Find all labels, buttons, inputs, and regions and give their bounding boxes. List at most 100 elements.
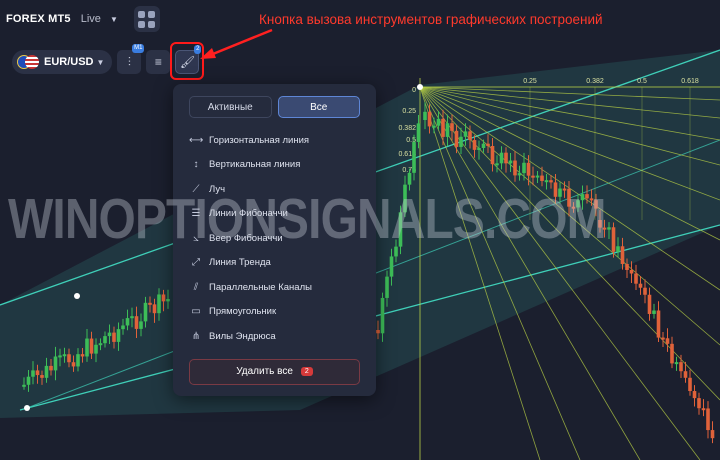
candle-body (427, 111, 432, 127)
fib-level-label: 0.382 (398, 125, 416, 132)
candle-body (665, 338, 670, 344)
candle-body (31, 370, 35, 377)
candle-body (692, 391, 697, 399)
candle-body (620, 246, 625, 264)
candle-body (629, 269, 634, 274)
drawing-tools-panel: Активные Все ⟷ Горизонтальная линия ↕ Верти… (173, 84, 376, 396)
candle-body (44, 365, 49, 378)
tab-active[interactable]: Активные (189, 96, 272, 118)
candle-body (679, 362, 683, 372)
candle-body (656, 310, 661, 338)
chart-type-icon: ⫶ (127, 54, 131, 69)
candle-body (647, 294, 652, 314)
candle-body (380, 297, 385, 334)
candle-body (412, 142, 416, 173)
vertical-line-icon: ↕ (193, 159, 199, 171)
tool-item[interactable]: ⟋ Луч (189, 177, 360, 202)
candle-body (477, 148, 481, 151)
candle-body (499, 152, 504, 164)
candle-body (508, 160, 513, 164)
tool-label: Вертикальная линия (209, 159, 301, 171)
candle-body (513, 160, 517, 176)
candle-body (98, 343, 103, 346)
candle-body (472, 140, 477, 150)
chevron-down-icon[interactable]: ▼ (110, 15, 118, 24)
candle-body (553, 182, 558, 197)
asset-selector[interactable]: EUR/USD ▼ (12, 50, 113, 74)
candle-body (585, 194, 589, 199)
tool-item[interactable]: ▭ Прямоугольник (189, 300, 360, 325)
candle-body (495, 163, 499, 166)
currency-flags-icon (17, 55, 39, 69)
candle-body (522, 162, 526, 174)
candle-body (53, 356, 58, 371)
delete-count-badge: 2 (300, 367, 313, 376)
candle-body (481, 143, 486, 149)
candle-body (607, 227, 611, 230)
candle-body (463, 131, 468, 137)
apps-grid-icon[interactable] (133, 6, 160, 32)
tool-label: Луч (209, 183, 226, 195)
fib-level-label: 0.382 (586, 78, 604, 85)
candle-body (638, 283, 643, 288)
candle-body (486, 143, 490, 146)
candle-body (398, 212, 403, 247)
asset-label: EUR/USD (44, 56, 94, 68)
candle-body (35, 370, 40, 376)
candle-body (166, 299, 170, 302)
parallel-channel-icon: ⫽ (193, 281, 199, 293)
candle-body (571, 206, 576, 209)
candle-body (625, 263, 629, 270)
candle-body (116, 329, 121, 342)
account-mode[interactable]: Live (81, 13, 101, 25)
tool-item[interactable]: ⤢ Линия Тренда (189, 251, 360, 276)
tool-label: Линия Тренда (209, 257, 271, 269)
candle-body (161, 294, 166, 302)
candle-body (504, 152, 508, 164)
candle-body (432, 125, 436, 128)
candle-body (531, 175, 535, 178)
tool-item[interactable]: ⦣ Веер Фибоначчи (189, 226, 360, 251)
fib-level-label: 0.25 (402, 108, 416, 115)
indicators-button[interactable]: ≡ (146, 50, 171, 74)
candle-body (558, 188, 562, 197)
tool-item[interactable]: ⋔ Вилы Эндрюса (189, 324, 360, 349)
candle-body (441, 118, 445, 137)
tool-item[interactable]: ⟷ Горизонтальная линия (189, 128, 360, 153)
candle-body (67, 354, 71, 363)
candle-body (611, 227, 616, 252)
candle-body (107, 332, 112, 337)
candle-body (616, 246, 620, 252)
annotation-label: Кнопка вызова инструментов графических п… (259, 12, 603, 27)
candle-body (706, 408, 710, 431)
candle-body (526, 162, 531, 176)
trend-line-icon: ⤢ (192, 257, 200, 269)
candle-body (674, 362, 679, 365)
candle-body (152, 304, 157, 314)
tool-item[interactable]: ↕ Вертикальная линия (189, 153, 360, 178)
tool-item[interactable]: ☰ Линии Фибоначчи (189, 202, 360, 227)
annotation-highlight-box (170, 42, 204, 80)
candle-body (549, 180, 553, 183)
tool-label: Параллельные Каналы (209, 281, 312, 293)
tool-label: Вилы Эндрюса (209, 330, 276, 342)
tab-all[interactable]: Все (277, 96, 360, 118)
ray-icon: ⟋ (192, 183, 200, 195)
tools-tabs: Активные Все (189, 96, 360, 118)
andrews-pitchfork-icon: ⋔ (191, 330, 201, 342)
candle-body (26, 376, 31, 385)
candle-body (80, 354, 85, 357)
candle-body (85, 338, 89, 357)
candle-body (22, 384, 26, 387)
candle-body (389, 256, 394, 277)
annotation-arrow-icon (200, 28, 273, 59)
delete-all-button[interactable]: Удалить все 2 (189, 358, 360, 385)
candle-body (517, 173, 522, 176)
candle-body (40, 375, 44, 378)
tool-item[interactable]: ⫽ Параллельные Каналы (189, 275, 360, 300)
tool-label: Горизонтальная линия (209, 134, 310, 146)
candle-body (94, 344, 98, 354)
fib-level-label: 0 (412, 87, 416, 94)
chart-type-button[interactable]: ⫶ M1 (117, 44, 145, 74)
candle-body (423, 111, 427, 120)
